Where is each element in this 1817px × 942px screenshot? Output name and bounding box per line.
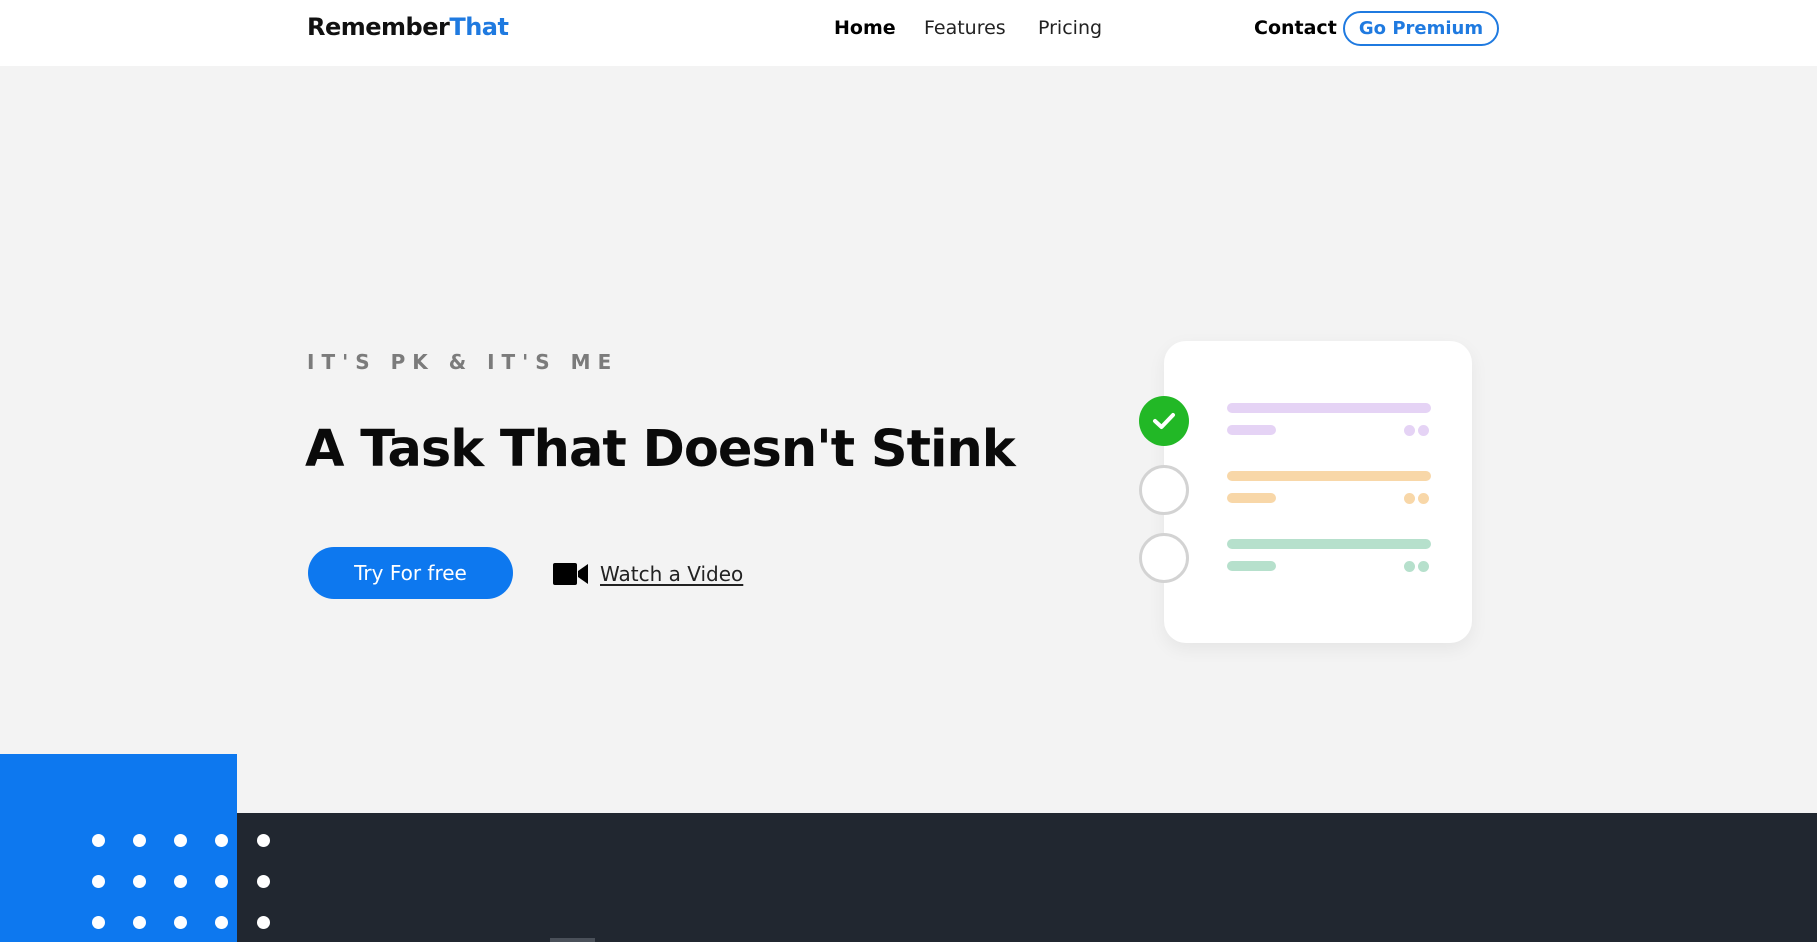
task-unchecked-icon <box>1139 465 1189 515</box>
top-navbar: RememberThat Home Features Pricing Conta… <box>0 0 1817 66</box>
checkmark-icon <box>1153 413 1175 429</box>
landing-page: RememberThat Home Features Pricing Conta… <box>0 0 1817 942</box>
task-line-short <box>1227 425 1276 435</box>
grid-dot <box>92 916 105 929</box>
logo-text-primary: Remember <box>307 13 450 41</box>
task-line-long <box>1227 403 1431 413</box>
grid-dot <box>133 875 146 888</box>
scroll-indicator <box>550 938 595 942</box>
decorative-blue-block <box>0 754 237 942</box>
task-dot <box>1404 561 1415 572</box>
video-camera-icon <box>553 563 588 585</box>
grid-dot <box>257 916 270 929</box>
logo-text-accent: That <box>449 13 509 41</box>
task-dot <box>1404 425 1415 436</box>
task-line-long <box>1227 471 1431 481</box>
grid-dot <box>174 834 187 847</box>
task-dot <box>1418 561 1429 572</box>
go-premium-button[interactable]: Go Premium <box>1343 11 1499 46</box>
task-dot <box>1418 493 1429 504</box>
grid-dot <box>215 834 228 847</box>
grid-dot <box>174 916 187 929</box>
try-for-free-button[interactable]: Try For free <box>308 547 513 599</box>
watch-video-link[interactable]: Watch a Video <box>553 562 743 586</box>
nav-link-contact[interactable]: Contact <box>1254 17 1337 39</box>
nav-link-pricing[interactable]: Pricing <box>1038 17 1102 39</box>
footer-band <box>0 813 1817 942</box>
task-unchecked-icon <box>1139 533 1189 583</box>
watch-video-label: Watch a Video <box>600 562 744 586</box>
task-dot <box>1418 425 1429 436</box>
grid-dot <box>215 916 228 929</box>
task-card-illustration <box>1139 341 1472 643</box>
grid-dot <box>92 834 105 847</box>
task-checked-icon <box>1139 396 1189 446</box>
nav-link-features[interactable]: Features <box>924 17 1006 39</box>
grid-dot <box>257 834 270 847</box>
task-line-short <box>1227 561 1276 571</box>
hero-headline: A Task That Doesn't Stink <box>305 420 1016 479</box>
grid-dot <box>257 875 270 888</box>
hero-eyebrow: IT'S PK & IT'S ME <box>307 350 619 374</box>
grid-dot <box>215 875 228 888</box>
task-dot <box>1404 493 1415 504</box>
task-line-long <box>1227 539 1431 549</box>
brand-logo[interactable]: RememberThat <box>307 13 509 41</box>
grid-dot <box>133 916 146 929</box>
task-line-short <box>1227 493 1276 503</box>
grid-dot <box>92 875 105 888</box>
grid-dot <box>133 834 146 847</box>
nav-link-home[interactable]: Home <box>834 17 896 39</box>
grid-dot <box>174 875 187 888</box>
